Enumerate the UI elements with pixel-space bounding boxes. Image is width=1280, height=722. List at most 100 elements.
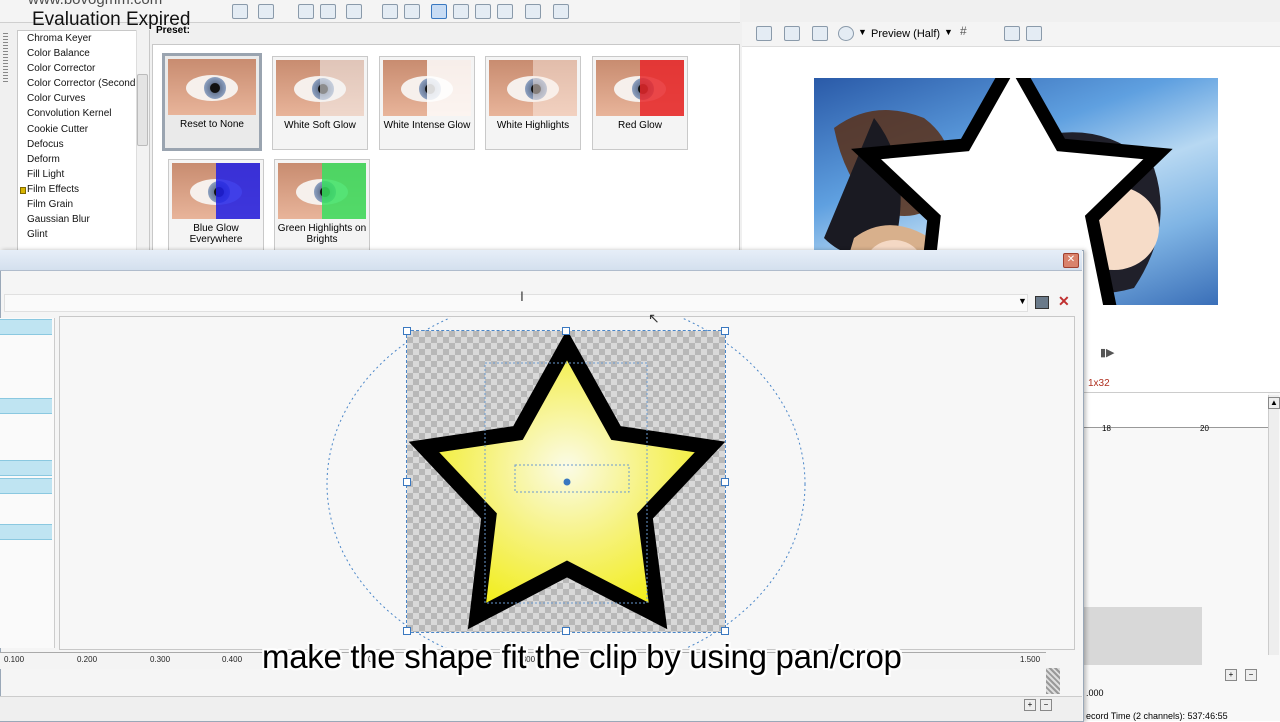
preset-thumbnail — [172, 163, 260, 219]
preset-name: White Soft Glow — [284, 120, 356, 131]
copy-snapshot-icon[interactable] — [1004, 26, 1020, 41]
copy-icon[interactable] — [320, 4, 336, 19]
chevron-down-icon[interactable]: ▼ — [858, 27, 867, 37]
crop-frame[interactable] — [403, 327, 729, 635]
ruler-tick: 0.400 — [222, 655, 243, 664]
save-snapshot-icon[interactable] — [1026, 26, 1042, 41]
marker-icon[interactable] — [525, 4, 541, 19]
preset-tile[interactable]: Red Glow — [592, 56, 688, 150]
fx-list-item[interactable]: Color Balance — [18, 46, 149, 61]
preset-tile[interactable]: Green Highlights on Brights — [274, 159, 370, 253]
ripple-icon[interactable] — [382, 4, 398, 19]
preset-name: White Highlights — [496, 120, 570, 131]
snap-icon[interactable] — [346, 4, 362, 19]
timeline-marker: 20 — [1200, 424, 1209, 433]
preset-name: Green Highlights on Brights — [277, 223, 367, 245]
split-screen-icon[interactable] — [812, 26, 828, 41]
fx-list-item[interactable]: Gaussian Blur — [18, 212, 149, 227]
preset-tile[interactable]: White Intense Glow — [379, 56, 475, 150]
preset-thumbnail — [596, 60, 684, 116]
resize-handle[interactable] — [562, 627, 570, 635]
preset-grid: Reset to None White Soft Glow White Intens… — [152, 44, 740, 253]
resize-handle[interactable] — [721, 327, 729, 335]
preset-thumbnail — [278, 163, 366, 219]
save-preset-icon[interactable] — [1035, 296, 1049, 309]
overlay-icon[interactable] — [838, 26, 854, 41]
dialog-close-button[interactable]: ✕ — [1063, 253, 1079, 268]
preset-name: Reset to None — [180, 119, 244, 130]
zoom-out-icon[interactable]: − — [1040, 699, 1052, 711]
fx-list-scroll-thumb[interactable] — [137, 74, 148, 146]
next-frame-icon[interactable]: ▮▶ — [1100, 346, 1115, 359]
preset-label: Preset: — [156, 25, 190, 36]
undo-icon[interactable] — [258, 4, 274, 19]
preset-name: White Intense Glow — [383, 120, 471, 131]
panel-grip[interactable] — [3, 33, 8, 83]
resize-handle[interactable] — [403, 627, 411, 635]
fx-list-item[interactable]: Glint — [18, 227, 149, 242]
split-icon[interactable] — [232, 4, 248, 19]
preset-thumbnail — [168, 59, 256, 115]
scroll-up-icon[interactable]: ▲ — [1268, 397, 1280, 409]
resize-grip[interactable] — [1046, 668, 1060, 694]
ruler-tick: 1.500 — [1020, 655, 1041, 664]
fx-list-item-label: Convolution Kernel — [27, 108, 112, 120]
fx-list-item[interactable]: Convolution Kernel — [18, 106, 149, 121]
normal-edit-tool-icon[interactable] — [431, 4, 447, 19]
fx-list-item-label: Cookie Cutter — [27, 123, 89, 135]
star-shape — [408, 331, 725, 630]
preset-tile[interactable]: Reset to None — [162, 53, 262, 151]
watermark-url: www.bo​vogmm.com — [28, 0, 162, 8]
lock-icon[interactable] — [404, 4, 420, 19]
ruler-tick: 0.100 — [4, 655, 25, 664]
auto-ripple-icon[interactable] — [553, 4, 569, 19]
fx-list-item-label: Film Grain — [27, 199, 74, 211]
preset-tile[interactable]: White Soft Glow — [272, 56, 368, 150]
timeline-marker: 18 — [1102, 424, 1111, 433]
resize-handle[interactable] — [403, 478, 411, 486]
fx-list-item[interactable]: Color Curves — [18, 91, 149, 106]
time-readout: .000 — [1086, 688, 1104, 698]
fx-list-item[interactable]: Deform — [18, 152, 149, 167]
chevron-down-icon[interactable]: ▼ — [944, 27, 953, 37]
fx-list-item[interactable]: Color Corrector — [18, 61, 149, 76]
resize-handle[interactable] — [403, 327, 411, 335]
preview-properties-icon[interactable] — [756, 26, 772, 41]
preset-name: Red Glow — [618, 120, 662, 131]
dialog-title-bar[interactable] — [0, 250, 1082, 271]
video-fx-list: Chroma Keyer Color Balance Color Corrector… — [17, 30, 150, 252]
resize-handle[interactable] — [562, 327, 570, 335]
fx-list-item[interactable]: Chroma Keyer — [18, 31, 149, 46]
fx-list-item-label: Color Corrector — [27, 63, 96, 75]
chevron-down-icon[interactable]: ▼ — [1018, 296, 1027, 306]
preset-combo[interactable] — [4, 294, 1028, 312]
cut-icon[interactable] — [298, 4, 314, 19]
zoom-out-icon[interactable]: − — [1245, 669, 1257, 681]
preset-tile[interactable]: Blue Glow Everywhere — [168, 159, 264, 253]
resize-handle[interactable] — [721, 627, 729, 635]
envelope-tool-icon[interactable] — [453, 4, 469, 19]
zoom-in-icon[interactable]: + — [1225, 669, 1237, 681]
grid-icon[interactable]: # — [960, 24, 974, 38]
resize-handle[interactable] — [721, 478, 729, 486]
external-monitor-icon[interactable] — [784, 26, 800, 41]
fx-list-item[interactable]: Defocus — [18, 137, 149, 152]
fx-list-item-label: Chroma Keyer — [27, 33, 92, 44]
fx-list-item-label: Color Balance — [27, 48, 90, 60]
ruler-tick: 0.300 — [150, 655, 171, 664]
fx-list-item[interactable]: Film Grain — [18, 197, 149, 212]
zoom-tool-icon[interactable] — [497, 4, 513, 19]
preview-quality-dropdown[interactable]: Preview (Half) — [871, 28, 940, 40]
zoom-in-icon[interactable]: + — [1024, 699, 1036, 711]
preset-tile[interactable]: White Highlights — [485, 56, 581, 150]
selection-tool-icon[interactable] — [475, 4, 491, 19]
delete-preset-icon[interactable]: ✕ — [1058, 293, 1070, 310]
fx-list-item[interactable]: Fill Light — [18, 167, 149, 182]
fx-list-item-label: Color Corrector (Second — [27, 78, 136, 90]
keyframe-list — [0, 318, 55, 648]
fx-list-item-label: Gaussian Blur — [27, 214, 90, 226]
fx-list-item[interactable]: Color Corrector (Second — [18, 76, 149, 91]
text-cursor-icon: I — [520, 288, 524, 304]
fx-list-item[interactable]: Film Effects — [18, 182, 149, 197]
fx-list-item[interactable]: Cookie Cutter — [18, 122, 149, 137]
